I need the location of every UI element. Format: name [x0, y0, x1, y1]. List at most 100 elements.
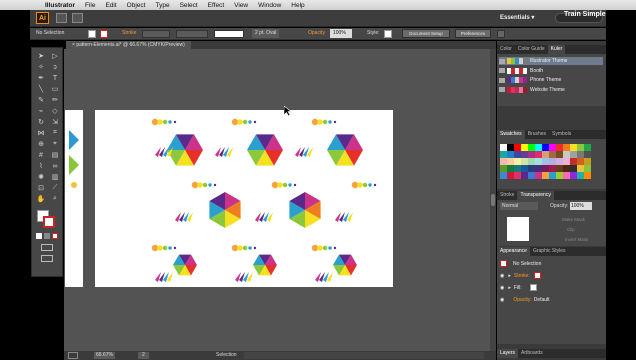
- opacity-field[interactable]: 100%: [330, 29, 352, 38]
- swatch[interactable]: [500, 144, 507, 151]
- swatch[interactable]: [542, 158, 549, 165]
- swatch[interactable]: [577, 151, 584, 158]
- gradient-tool-icon[interactable]: ▤: [49, 150, 61, 160]
- swatch[interactable]: [528, 172, 535, 179]
- swatch[interactable]: [535, 158, 542, 165]
- swatch[interactable]: [521, 172, 528, 179]
- kuler-theme-row[interactable]: Phone Theme: [499, 76, 603, 84]
- stroke-weight-field[interactable]: [142, 30, 170, 38]
- appearance-opacity-label[interactable]: Opacity:: [513, 297, 531, 303]
- zoom-menu-icon[interactable]: [68, 352, 78, 359]
- swatch[interactable]: [549, 172, 556, 179]
- brush-preview[interactable]: [214, 30, 244, 38]
- stroke-color-box[interactable]: [43, 216, 55, 228]
- swatch[interactable]: [507, 144, 514, 151]
- swatch[interactable]: [535, 165, 542, 172]
- swatch[interactable]: [549, 158, 556, 165]
- type-tool-icon[interactable]: T: [49, 73, 61, 83]
- tab-artboards[interactable]: Artboards: [518, 349, 546, 358]
- swatch[interactable]: [563, 158, 570, 165]
- width-tool-icon[interactable]: ⋈: [35, 128, 47, 138]
- swatch[interactable]: [570, 144, 577, 151]
- artboard[interactable]: [95, 110, 393, 287]
- swatch[interactable]: [563, 144, 570, 151]
- tab-layers[interactable]: Layers: [497, 349, 519, 358]
- appearance-stroke-label[interactable]: Stroke:: [514, 273, 530, 279]
- tab-swatches[interactable]: Swatches: [497, 130, 525, 139]
- stroke-expand-icon[interactable]: ▸: [508, 273, 511, 279]
- brush-definition[interactable]: 2 pt. Oval: [252, 29, 280, 38]
- canvas-workspace[interactable]: [64, 49, 496, 351]
- theme-color-chip[interactable]: [523, 58, 527, 64]
- magic-wand-tool-icon[interactable]: ✧: [35, 62, 47, 72]
- swatch[interactable]: [563, 165, 570, 172]
- opacity-label[interactable]: Opacity: [308, 30, 325, 36]
- swatch[interactable]: [507, 158, 514, 165]
- workspace-switcher[interactable]: Essentials ▾: [500, 14, 534, 21]
- drawing-mode-icon[interactable]: [41, 244, 53, 251]
- theme-color-chip[interactable]: [523, 67, 527, 74]
- zoom-tool-icon[interactable]: ⌕: [49, 194, 61, 204]
- swatch[interactable]: [556, 165, 563, 172]
- rotate-tool-icon[interactable]: ↻: [35, 117, 47, 127]
- swatch[interactable]: [577, 172, 584, 179]
- mesh-tool-icon[interactable]: #: [35, 150, 47, 160]
- stroke-label[interactable]: Stroke: [122, 30, 136, 36]
- menu-help[interactable]: Help: [286, 2, 309, 9]
- shape-builder-tool-icon[interactable]: ⊕: [35, 139, 47, 149]
- scale-tool-icon[interactable]: ⇲: [49, 117, 61, 127]
- tab-stroke[interactable]: Stroke: [497, 191, 517, 200]
- swatch[interactable]: [528, 144, 535, 151]
- swatch[interactable]: [570, 151, 577, 158]
- blend-tool-icon[interactable]: ∞: [49, 161, 61, 171]
- eraser-tool-icon[interactable]: ◇: [49, 106, 61, 116]
- swatch[interactable]: [500, 165, 507, 172]
- clip-checkbox[interactable]: Clip: [567, 227, 575, 232]
- color-mode-icon[interactable]: [36, 233, 42, 239]
- swatch[interactable]: [584, 151, 591, 158]
- stroke-visibility-eye-icon[interactable]: ◉: [500, 273, 504, 279]
- blob-brush-tool-icon[interactable]: ⌁: [35, 106, 47, 116]
- menu-window[interactable]: Window: [253, 2, 286, 9]
- tab-color[interactable]: Color: [497, 45, 515, 54]
- transparency-opacity-field[interactable]: 100%: [570, 202, 592, 210]
- swatch[interactable]: [584, 165, 591, 172]
- swatch[interactable]: [514, 144, 521, 151]
- swatch[interactable]: [563, 172, 570, 179]
- vertical-scroll-thumb[interactable]: [491, 194, 495, 206]
- blend-mode-dropdown[interactable]: Normal: [500, 202, 538, 210]
- swatch[interactable]: [584, 144, 591, 151]
- swatch[interactable]: [507, 165, 514, 172]
- swatch[interactable]: [570, 158, 577, 165]
- swatch[interactable]: [535, 144, 542, 151]
- swatch[interactable]: [584, 158, 591, 165]
- swatch[interactable]: [556, 151, 563, 158]
- menu-select[interactable]: Select: [175, 2, 203, 9]
- tab-kuler[interactable]: Kuler: [547, 45, 566, 54]
- appearance-fill-swatch[interactable]: [529, 284, 537, 291]
- lasso-tool-icon[interactable]: ↄ: [49, 62, 61, 72]
- arrange-documents-icon[interactable]: [72, 13, 83, 23]
- tab-graphic-styles[interactable]: Graphic Styles: [530, 247, 569, 256]
- fill-visibility-eye-icon[interactable]: ◉: [500, 285, 504, 291]
- swatch[interactable]: [556, 144, 563, 151]
- theme-color-chip[interactable]: [523, 86, 527, 93]
- paintbrush-tool-icon[interactable]: ✎: [35, 95, 47, 105]
- swatch[interactable]: [521, 151, 528, 158]
- menu-edit[interactable]: Edit: [100, 2, 121, 9]
- free-transform-tool-icon[interactable]: ⌗: [49, 128, 61, 138]
- eyedropper-tool-icon[interactable]: ⌇: [35, 161, 47, 171]
- tab-brushes[interactable]: Brushes: [525, 130, 549, 139]
- opacity-visibility-eye-icon[interactable]: ◉: [500, 297, 504, 303]
- slice-tool-icon[interactable]: ⟋: [49, 183, 61, 193]
- swatch[interactable]: [535, 172, 542, 179]
- hand-tool-icon[interactable]: ✋: [35, 194, 47, 204]
- symbol-sprayer-tool-icon[interactable]: ✺: [35, 172, 47, 182]
- swatch[interactable]: [528, 165, 535, 172]
- appearance-fill-label[interactable]: Fill:: [514, 285, 522, 291]
- graphic-style-swatch[interactable]: [384, 30, 392, 38]
- swatch[interactable]: [507, 172, 514, 179]
- stroke-swatch[interactable]: [100, 30, 108, 38]
- rectangle-tool-icon[interactable]: ▭: [49, 84, 61, 94]
- pen-tool-icon[interactable]: ✒: [35, 73, 47, 83]
